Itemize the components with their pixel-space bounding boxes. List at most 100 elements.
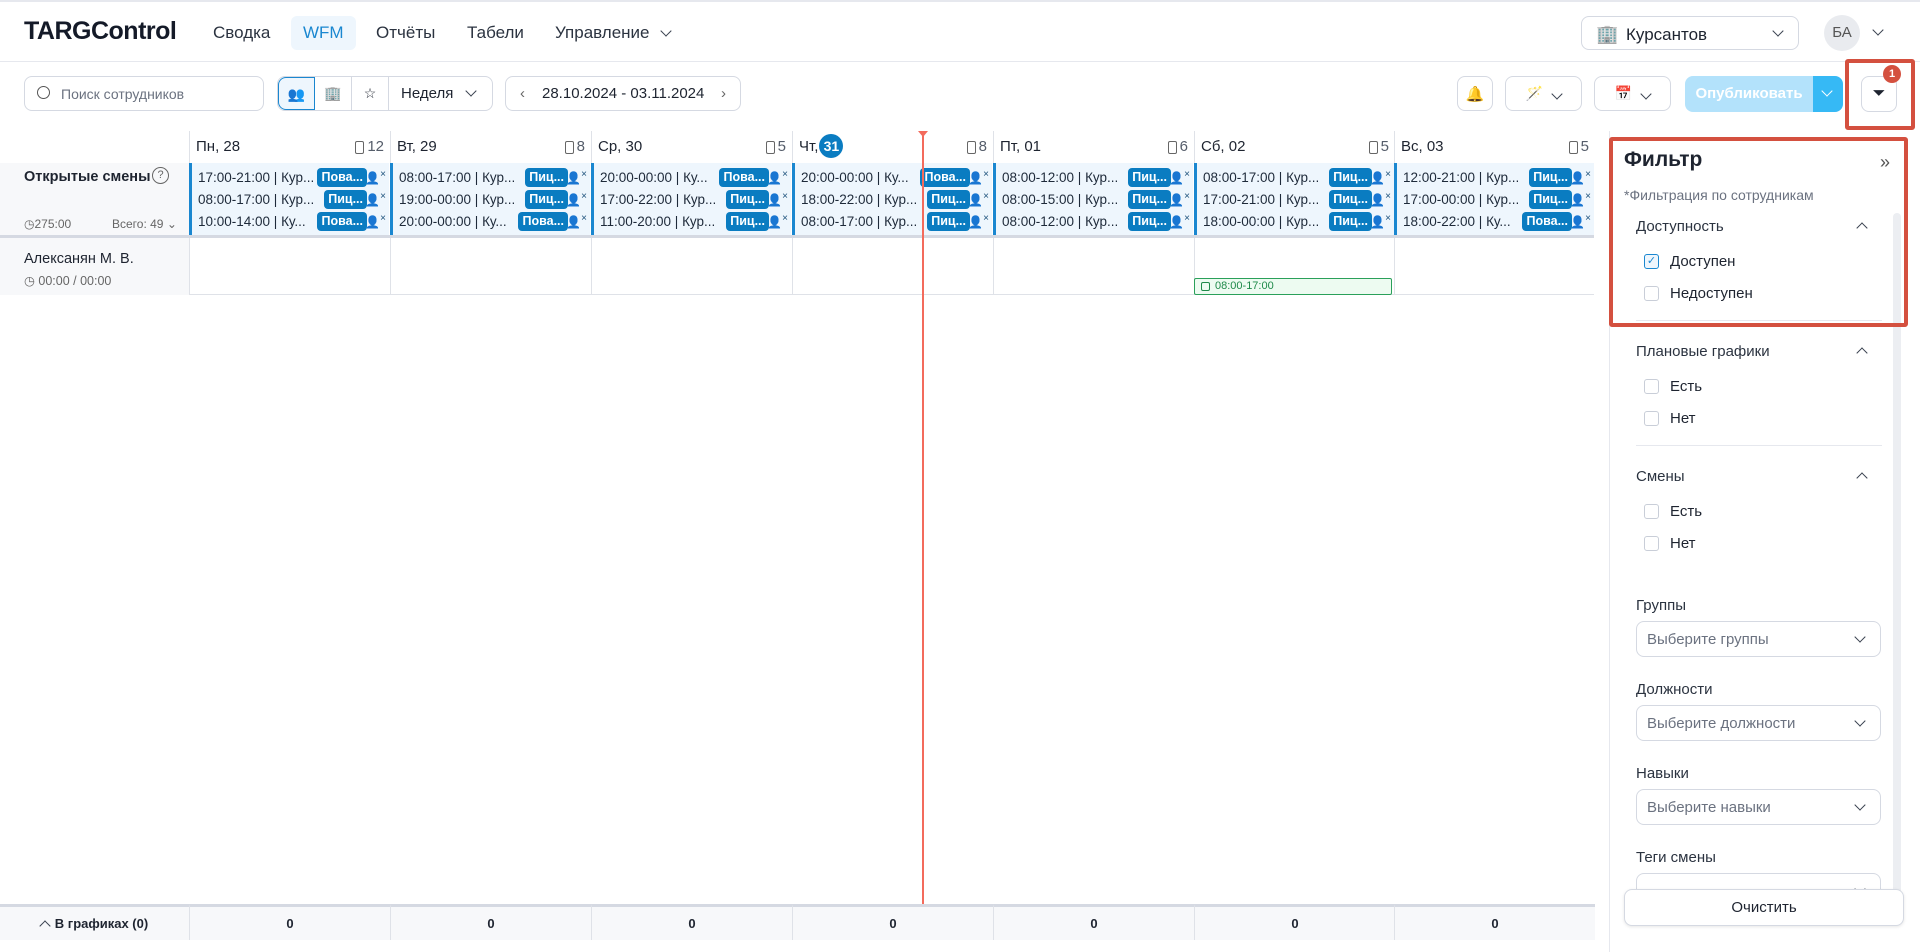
auto-schedule-button[interactable]: 🪄 [1505, 76, 1582, 111]
clipboard-icon [564, 140, 574, 154]
filter-select[interactable]: Выберите навыки [1636, 789, 1881, 825]
nav-reports[interactable]: Отчёты [364, 16, 447, 50]
position-tag: Пиц... [726, 189, 769, 209]
employees-view-button[interactable]: 👥 [278, 77, 315, 110]
period-select[interactable]: Неделя [389, 77, 492, 110]
open-shift[interactable]: 18:00-22:00 | Кур... Пиц... 👤× [801, 188, 992, 210]
positions-view-button[interactable]: ☆ [352, 77, 389, 110]
day-shift-count: 5 [1368, 131, 1389, 163]
help-icon[interactable]: ? [152, 167, 169, 184]
open-shift[interactable]: 17:00-21:00 | Кур... Пова... 👤× [198, 166, 389, 188]
publish-button[interactable]: Опубликовать [1685, 76, 1813, 112]
filter-select[interactable]: Выберите должности [1636, 705, 1881, 741]
open-shift[interactable]: 08:00-17:00 | Кур... Пиц... 👤× [1203, 166, 1394, 188]
filter-select-label: Группы [1636, 597, 1686, 614]
filter-checkbox[interactable]: Нет [1644, 535, 1696, 552]
day-header[interactable]: Вт, 29 8 [390, 131, 591, 163]
clear-filters-button[interactable]: Очистить [1624, 889, 1904, 926]
day-label: Пт, 01 [1000, 138, 1042, 155]
open-shift[interactable]: 20:00-00:00 | Ку... Пова... 👤× [801, 166, 992, 188]
filter-section-toggle[interactable]: Плановые графики [1636, 343, 1876, 360]
open-shift[interactable]: 08:00-17:00 | Кур... Пиц... 👤× [198, 188, 389, 210]
day-header[interactable]: Вс, 03 5 [1394, 131, 1595, 163]
in-schedules-toggle[interactable]: В графиках (0) [0, 904, 189, 940]
nav-management[interactable]: Управление [543, 16, 682, 50]
day-label: Пн, 28 [196, 138, 241, 155]
filter-checkbox[interactable]: Нет [1644, 410, 1696, 427]
position-tag: Пиц... [927, 211, 970, 231]
day-shift-count: 8 [564, 131, 585, 163]
search-input[interactable]: Поиск сотрудников [24, 76, 264, 111]
day-header[interactable]: Пн, 28 12 [189, 131, 390, 163]
avatar[interactable]: БА [1824, 15, 1860, 51]
nav-summary[interactable]: Сводка [201, 16, 282, 50]
position-tag: Пова... [920, 167, 970, 187]
unassigned-user-icon: 👤× [968, 213, 989, 229]
checkbox-icon [1644, 379, 1659, 394]
footer-count: 0 [189, 904, 390, 940]
clipboard-icon [1368, 140, 1378, 154]
chevron-down-icon [465, 85, 477, 97]
prev-week-button[interactable]: ‹ [520, 77, 525, 110]
unassigned-user-icon: 👤× [566, 191, 587, 207]
position-tag: Пова... [317, 167, 367, 187]
location-select[interactable]: 🏢 Курсантов [1581, 16, 1799, 50]
open-shift[interactable]: 18:00-00:00 | Кур... Пиц... 👤× [1203, 210, 1394, 232]
checkbox-icon [1644, 536, 1659, 551]
open-shifts-total-toggle[interactable]: Всего: 49 ⌄ [112, 217, 177, 231]
open-shift[interactable]: 11:00-20:00 | Кур... Пиц... 👤× [600, 210, 791, 232]
chevron-down-icon [1551, 87, 1563, 100]
employee-name[interactable]: Алексанян М. В. [24, 251, 134, 267]
open-shift[interactable]: 19:00-00:00 | Кур... Пиц... 👤× [399, 188, 590, 210]
open-shifts-cell: 08:00-12:00 | Кур... Пиц... 👤× 08:00-15:00 … [993, 163, 1193, 235]
day-header[interactable]: Чт, 31 8 [792, 131, 993, 163]
building-icon: 🏢 [1596, 24, 1619, 44]
unassigned-user-icon: 👤× [566, 213, 587, 229]
nav-timesheets[interactable]: Табели [455, 16, 536, 50]
open-shift[interactable]: 12:00-21:00 | Кур... Пиц... 👤× [1403, 166, 1594, 188]
open-shift[interactable]: 17:00-22:00 | Кур... Пиц... 👤× [600, 188, 791, 210]
day-label: Ср, 30 [598, 138, 643, 155]
search-icon [37, 86, 50, 99]
unassigned-user-icon: 👤× [1570, 191, 1591, 207]
locations-view-button[interactable]: 🏢 [315, 77, 352, 110]
filter-select-label: Должности [1636, 681, 1713, 698]
unassigned-user-icon: 👤× [365, 213, 386, 229]
unassigned-user-icon: 👤× [365, 191, 386, 207]
open-shift[interactable]: 17:00-21:00 | Кур... Пиц... 👤× [1203, 188, 1394, 210]
open-shift[interactable]: 18:00-22:00 | Ку... Пова... 👤× [1403, 210, 1594, 232]
open-shift[interactable]: 17:00-00:00 | Кур... Пиц... 👤× [1403, 188, 1594, 210]
unassigned-user-icon: 👤× [767, 191, 788, 207]
position-tag: Пиц... [1529, 167, 1572, 187]
filter-select[interactable]: Выберите группы [1636, 621, 1881, 657]
open-shift[interactable]: 08:00-17:00 | Кур... Пиц... 👤× [399, 166, 590, 188]
clipboard-icon [765, 140, 775, 154]
nav-wfm[interactable]: WFM [291, 16, 356, 50]
day-header[interactable]: Сб, 02 5 [1194, 131, 1395, 163]
open-shift[interactable]: 10:00-14:00 | Ку... Пова... 👤× [198, 210, 389, 232]
filter-section-toggle[interactable]: Смены [1636, 468, 1876, 485]
clipboard-icon [1568, 140, 1578, 154]
next-week-button[interactable]: › [721, 77, 726, 110]
calendar-button[interactable]: 📅 [1594, 76, 1671, 111]
position-tag: Пиц... [324, 189, 367, 209]
open-shift[interactable]: 08:00-12:00 | Кур... Пиц... 👤× [1002, 166, 1193, 188]
day-shift-count: 8 [966, 131, 987, 163]
filter-checkbox[interactable]: Есть [1644, 503, 1702, 520]
planned-schedule-chip[interactable]: 08:00-17:00 [1194, 278, 1392, 295]
highlight-filter-button [1845, 59, 1915, 130]
position-tag: Пиц... [927, 189, 970, 209]
open-shift[interactable]: 08:00-12:00 | Кур... Пиц... 👤× [1002, 210, 1193, 232]
filter-checkbox[interactable]: Есть [1644, 378, 1702, 395]
open-shift[interactable]: 20:00-00:00 | Ку... Пова... 👤× [399, 210, 590, 232]
day-shift-count: 5 [1568, 131, 1589, 163]
open-shift[interactable]: 20:00-00:00 | Ку... Пова... 👤× [600, 166, 791, 188]
open-shift[interactable]: 08:00-17:00 | Кур... Пиц... 👤× [801, 210, 992, 232]
publish-dropdown-button[interactable] [1813, 76, 1843, 112]
day-header[interactable]: Пт, 01 6 [993, 131, 1194, 163]
day-header[interactable]: Ср, 30 5 [591, 131, 792, 163]
date-range-picker[interactable]: ‹ 28.10.2024 - 03.11.2024 › [505, 76, 741, 111]
open-shift[interactable]: 08:00-15:00 | Кур... Пиц... 👤× [1002, 188, 1193, 210]
position-tag: Пиц... [525, 189, 568, 209]
notifications-button[interactable]: 🔔 [1457, 76, 1493, 111]
